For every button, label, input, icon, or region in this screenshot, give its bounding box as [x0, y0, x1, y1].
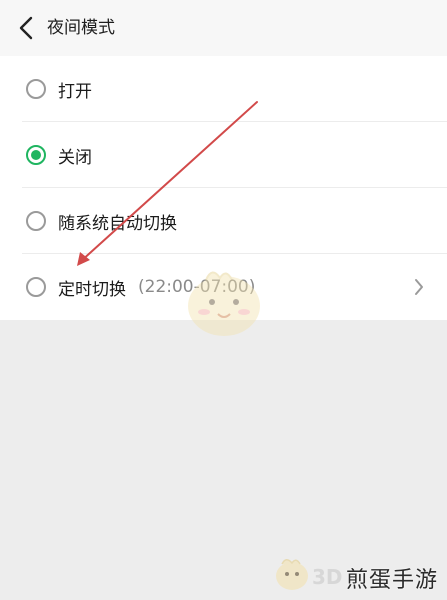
watermark-text: 煎蛋手游 [346, 568, 439, 593]
option-label: 定时切换 [58, 279, 126, 300]
chevron-left-icon[interactable] [14, 14, 40, 42]
mascot-watermark-icon [188, 271, 260, 336]
option-off[interactable]: 关闭 [0, 122, 447, 188]
option-follow-system[interactable]: 随系统自动切换 [0, 188, 447, 254]
watermark-logo-text: 3D [312, 565, 342, 589]
chevron-right-icon [415, 279, 423, 295]
watermark-logo-icon: 3D [276, 559, 342, 590]
top-bar: 夜间模式 [0, 0, 447, 56]
radio-button[interactable] [26, 277, 46, 297]
radio-button[interactable] [26, 211, 46, 231]
page-title: 夜间模式 [47, 18, 115, 38]
option-label: 关闭 [58, 147, 92, 168]
option-on[interactable]: 打开 [0, 56, 447, 122]
radio-button[interactable] [26, 79, 46, 99]
radio-button-selected[interactable] [26, 145, 46, 165]
option-label: 打开 [58, 81, 92, 102]
option-label: 随系统自动切换 [58, 213, 177, 234]
